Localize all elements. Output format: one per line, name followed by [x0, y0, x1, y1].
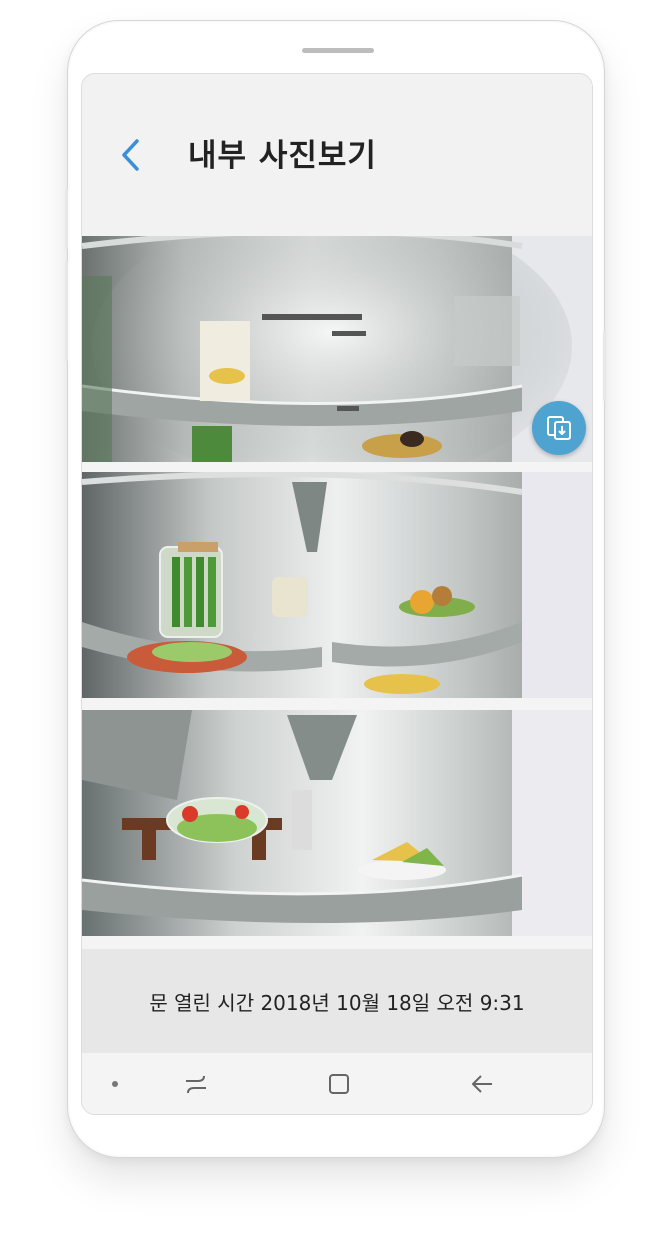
power-button: [603, 331, 606, 401]
fridge-photo[interactable]: [82, 236, 592, 462]
bixby-button: [65, 261, 68, 361]
home-icon[interactable]: [328, 1073, 350, 1095]
recent-apps-icon[interactable]: [184, 1073, 208, 1095]
door-open-time: 문 열린 시간 2018년 10월 18일 오전 9:31: [149, 991, 525, 1015]
volume-button: [65, 189, 68, 249]
share-exchange-icon: [547, 416, 571, 440]
fridge-photo[interactable]: [82, 472, 592, 698]
fridge-photo[interactable]: [82, 710, 592, 936]
photo-divider: [82, 936, 592, 949]
dot-indicator-icon: [112, 1081, 118, 1087]
photo-divider: [82, 462, 592, 472]
chevron-left-icon[interactable]: [118, 138, 144, 172]
app-bar: 내부 사진보기: [82, 74, 592, 234]
speaker-grille: [302, 48, 374, 53]
page-title: 내부 사진보기: [188, 138, 377, 174]
back-arrow-icon[interactable]: [470, 1073, 494, 1095]
screen: 내부 사진보기 문 열린 시간 2018년 10월 18일 오전 9:31: [81, 73, 593, 1115]
system-nav-bar: [82, 1053, 592, 1114]
photo-divider: [82, 698, 592, 710]
door-info-bar: 문 열린 시간 2018년 10월 18일 오전 9:31: [82, 949, 592, 1053]
phone-frame: 내부 사진보기 문 열린 시간 2018년 10월 18일 오전 9:31: [65, 20, 606, 1158]
share-button[interactable]: [532, 401, 586, 455]
